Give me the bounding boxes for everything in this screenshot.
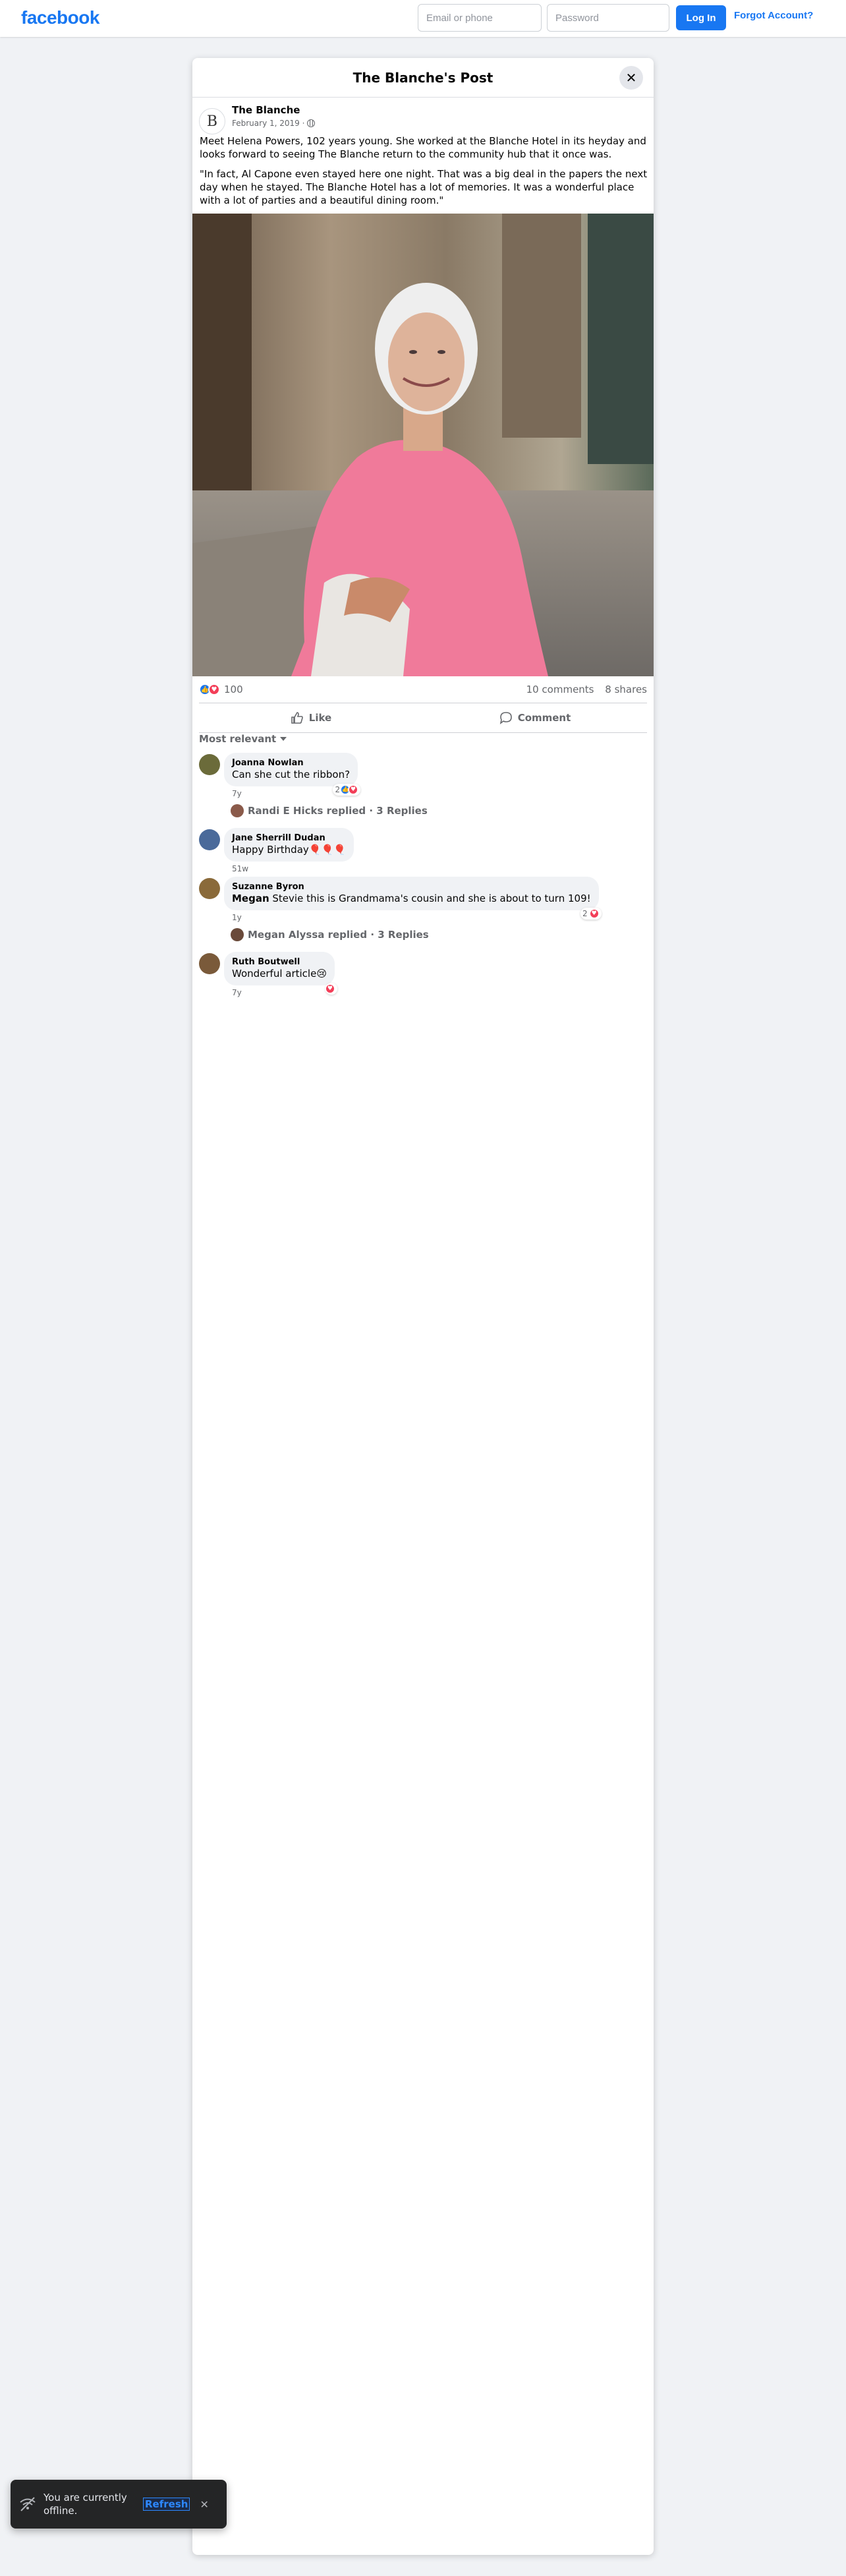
comment: Suzanne Byron Megan Stevie this is Grand… [199, 877, 602, 922]
toast-close-icon[interactable]: ✕ [200, 2498, 208, 2511]
comment: Joanna Nowlan Can she cut the ribbon? 2 … [199, 753, 361, 798]
comment-text: Wonderful article😢 [232, 968, 327, 980]
caret-down-icon [280, 737, 287, 741]
comment-icon [499, 712, 512, 724]
commenter-avatar[interactable] [199, 878, 220, 899]
comment-reactions[interactable]: 2 ♥ [580, 908, 602, 920]
love-reaction-icon: ♥ [348, 784, 359, 795]
comment-text-body: Stevie this is Grandmama's cousin and sh… [269, 893, 591, 904]
commenter-avatar[interactable] [199, 754, 220, 775]
post-stats: 👍 ♥ 100 10 comments 8 shares [199, 682, 647, 697]
close-icon: ✕ [625, 70, 637, 86]
comments-count[interactable]: 10 comments [526, 684, 594, 695]
post-actions: Like Comment [199, 703, 647, 733]
refresh-link[interactable]: Refresh [142, 2498, 190, 2511]
post-header: B The Blanche February 1, 2019 · [199, 104, 316, 134]
post-date-row: February 1, 2019 · [232, 119, 316, 128]
toast-message: You are currently offline. [43, 2492, 127, 2517]
comment-bubble: Suzanne Byron Megan Stevie this is Grand… [224, 877, 602, 920]
like-label: Like [308, 712, 332, 724]
like-button[interactable]: Like [199, 703, 423, 732]
comment: Jane Sherrill Dudan Happy Birthday🎈🎈🎈 51… [199, 828, 354, 873]
photo-woman-in-pink [192, 214, 654, 676]
facebook-logo[interactable]: facebook [21, 7, 99, 28]
commenter-avatar[interactable] [199, 829, 220, 850]
reaction-summary[interactable]: 👍 ♥ 100 [199, 684, 243, 695]
comment-label: Comment [517, 712, 571, 724]
page-name[interactable]: The Blanche [232, 104, 315, 116]
password-field[interactable]: Password [547, 4, 669, 32]
love-reaction-icon: ♥ [208, 684, 220, 695]
comment-time[interactable]: 51w [232, 864, 354, 873]
modal-title: The Blanche's Post [352, 69, 494, 86]
comment-time[interactable]: 7y [232, 988, 335, 997]
comment-time[interactable]: 1y [232, 913, 599, 922]
commenter-name[interactable]: Suzanne Byron [232, 882, 591, 892]
page-avatar[interactable]: B [199, 108, 225, 134]
commenter-name[interactable]: Ruth Boutwell [232, 957, 327, 967]
comment-mention[interactable]: Megan [232, 893, 269, 904]
comment-button[interactable]: Comment [423, 703, 647, 732]
email-field[interactable]: Email or phone [418, 4, 542, 32]
comment-text: Happy Birthday🎈🎈🎈 [232, 844, 346, 856]
close-button[interactable]: ✕ [619, 66, 643, 90]
post-modal: The Blanche's Post ✕ B The Blanche Febru… [192, 58, 654, 2555]
wifi-off-icon [20, 2497, 36, 2511]
comment-bubble: Ruth Boutwell Wonderful article😢 ♥ [224, 952, 337, 995]
post-paragraph: "In fact, Al Capone even stayed here one… [200, 168, 648, 206]
post-text: Meet Helena Powers, 102 years young. She… [200, 134, 648, 214]
comment-sort-dropdown[interactable]: Most relevant [199, 730, 287, 747]
comment-reactions[interactable]: ♥ [324, 983, 337, 995]
comment-bubble: Joanna Nowlan Can she cut the ribbon? 2 … [224, 753, 361, 796]
sort-label: Most relevant [199, 733, 277, 745]
replies-link[interactable]: Megan Alyssa replied · 3 Replies [231, 928, 429, 941]
comment: Ruth Boutwell Wonderful article😢 ♥ 7y [199, 952, 337, 997]
shares-count[interactable]: 8 shares [605, 684, 647, 695]
replier-avatar [231, 928, 244, 941]
commenter-avatar[interactable] [199, 953, 220, 974]
comment-reaction-count: 2 [335, 785, 341, 794]
login-button[interactable]: Log In [676, 5, 726, 30]
forgot-account-link[interactable]: Forgot Account? [734, 10, 813, 21]
replies-link[interactable]: Randi E Hicks replied · 3 Replies [231, 804, 428, 817]
thumbs-up-icon [291, 712, 303, 724]
love-reaction-icon: ♥ [588, 908, 600, 919]
post-paragraph: Meet Helena Powers, 102 years young. She… [200, 135, 646, 160]
globe-icon [307, 119, 316, 127]
replies-text: Megan Alyssa replied · 3 Replies [248, 929, 429, 941]
comment-reaction-count: 2 [582, 909, 588, 918]
comment-text: Megan Stevie this is Grandmama's cousin … [232, 892, 591, 905]
offline-toast: You are currently offline. Refresh ✕ [11, 2480, 227, 2529]
modal-header: The Blanche's Post ✕ [192, 58, 654, 98]
comment-reactions[interactable]: 2 👍 ♥ [333, 784, 361, 796]
replier-avatar [231, 804, 244, 817]
commenter-name[interactable]: Jane Sherrill Dudan [232, 833, 346, 843]
reactions-count: 100 [224, 684, 243, 695]
comment-bubble: Jane Sherrill Dudan Happy Birthday🎈🎈🎈 [224, 828, 354, 862]
post-photo[interactable] [192, 214, 654, 676]
commenter-name[interactable]: Joanna Nowlan [232, 758, 350, 768]
love-reaction-icon: ♥ [324, 983, 335, 994]
top-bar: facebook Email or phone Password Log In … [0, 0, 846, 37]
replies-text: Randi E Hicks replied · 3 Replies [248, 805, 428, 817]
comment-text: Can she cut the ribbon? [232, 769, 351, 780]
post-date[interactable]: February 1, 2019 · [232, 119, 304, 128]
